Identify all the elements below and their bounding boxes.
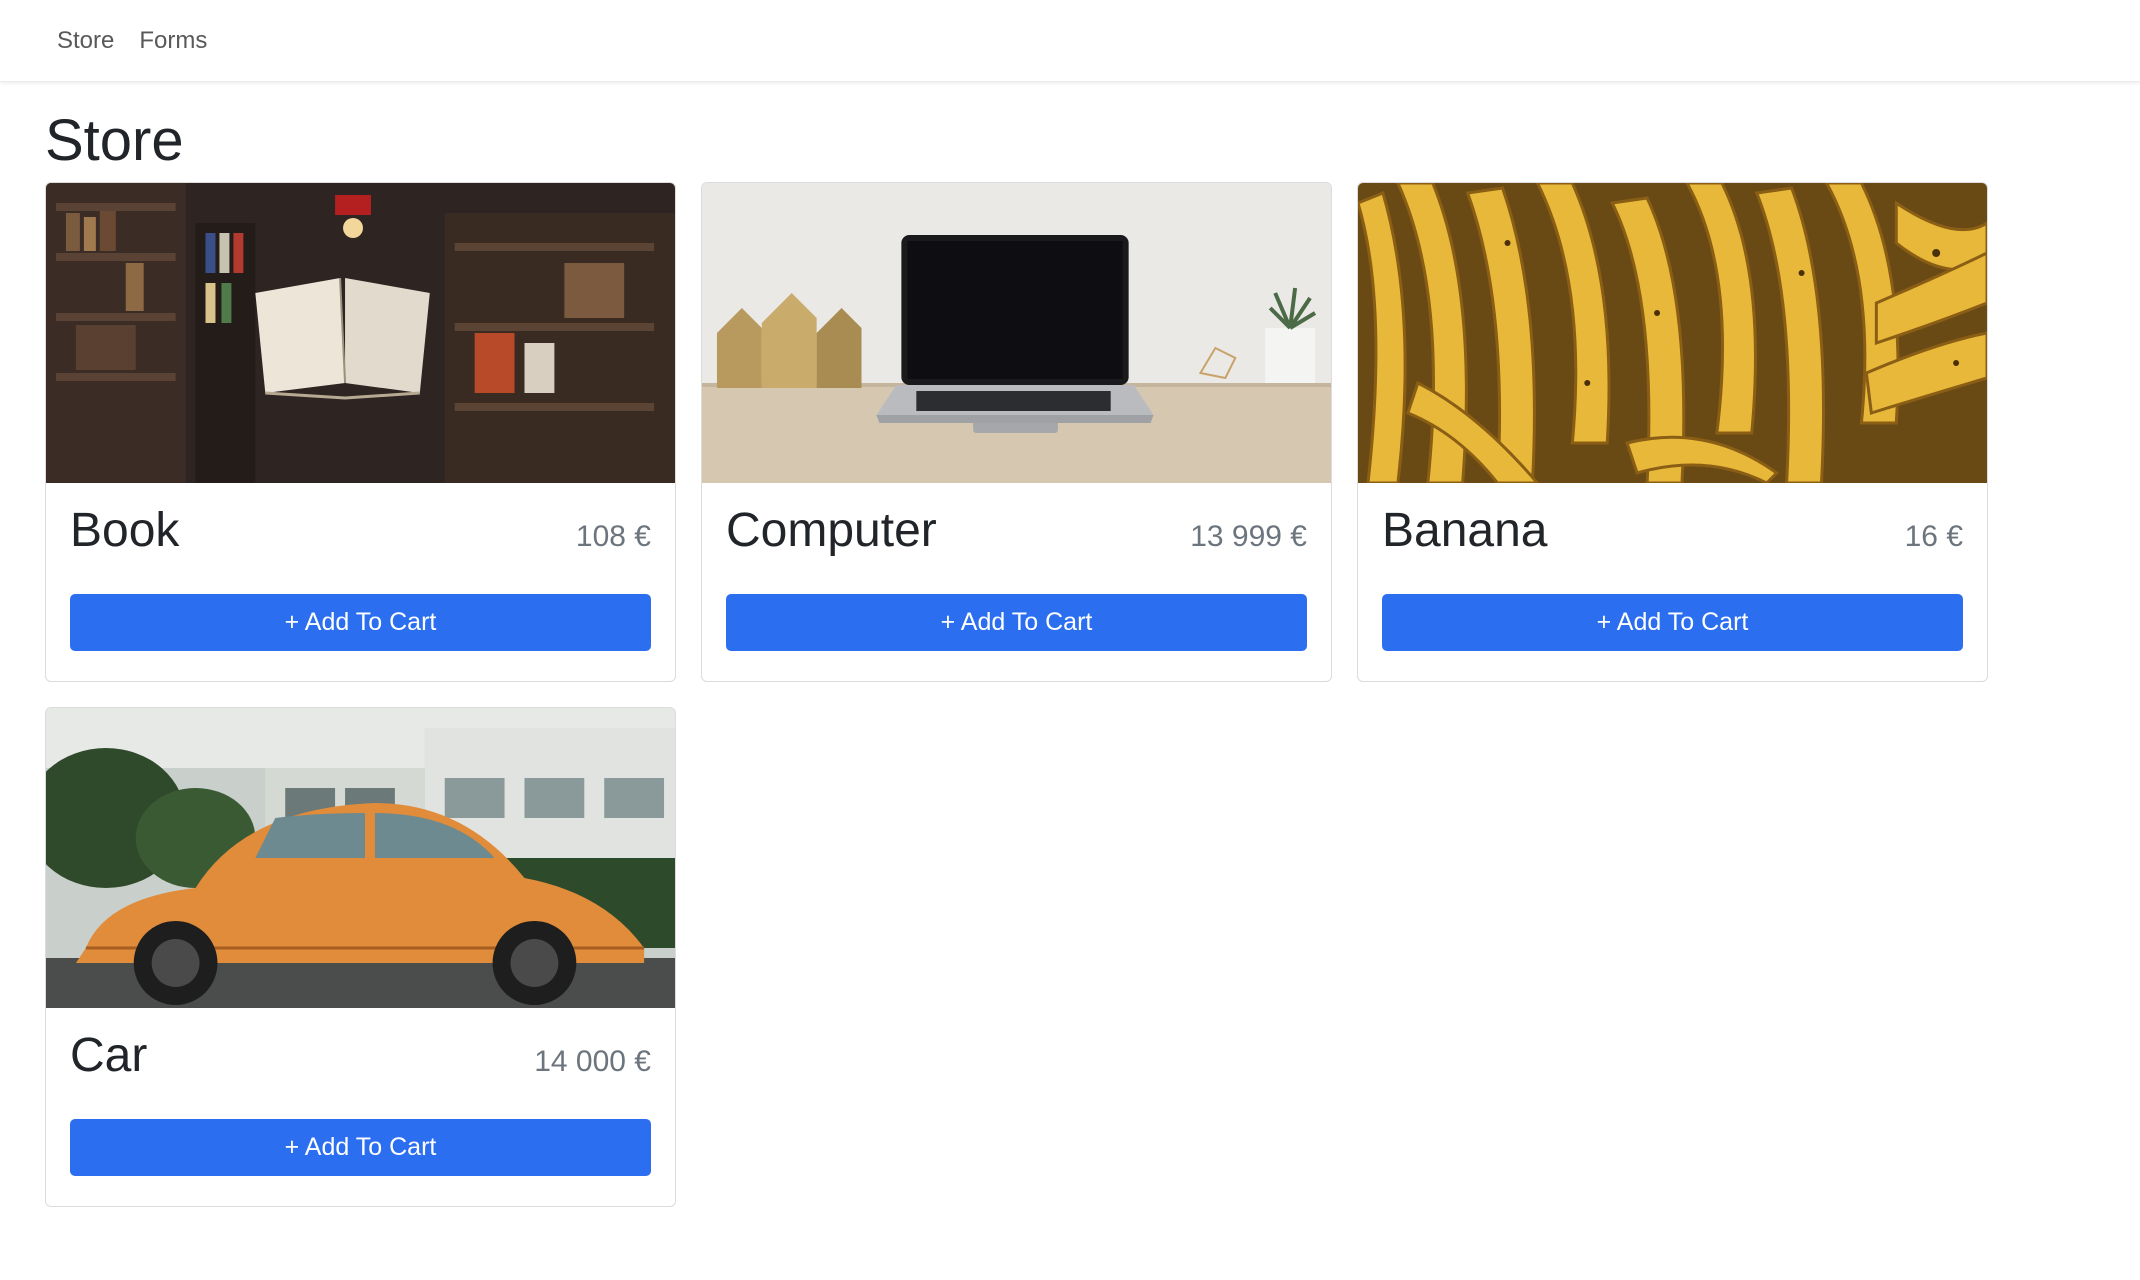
product-header: Computer 13 999 € (726, 504, 1307, 558)
product-price: 14 000 € (534, 1045, 651, 1078)
add-to-cart-button[interactable]: + Add To Cart (726, 593, 1307, 651)
product-name: Computer (726, 504, 937, 557)
product-price: 108 € (575, 520, 651, 553)
product-card-body: Book 108 € + Add To Cart (46, 483, 675, 675)
product-card-body: Car 14 000 € + Add To Cart (46, 1008, 675, 1200)
product-card-body: Computer 13 999 € + Add To Cart (702, 483, 1331, 675)
nav-link-forms[interactable]: Forms (139, 27, 207, 55)
product-grid: Book 108 € + Add To Cart Computer 13 999… (45, 182, 2140, 1207)
product-card-body: Banana 16 € + Add To Cart (1358, 483, 1987, 675)
product-header: Banana 16 € (1382, 504, 1963, 558)
product-image-car (46, 708, 675, 1008)
nav-link-store[interactable]: Store (57, 27, 114, 55)
main-content: Store Book 108 € + Add To Cart Computer … (0, 82, 2140, 1207)
add-to-cart-button[interactable]: + Add To Cart (70, 593, 651, 651)
product-image-banana (1358, 183, 1987, 483)
page-title: Store (45, 108, 184, 173)
product-image-computer (702, 183, 1331, 483)
add-to-cart-button[interactable]: + Add To Cart (70, 1118, 651, 1176)
add-to-cart-button[interactable]: + Add To Cart (1382, 593, 1963, 651)
product-header: Book 108 € (70, 504, 651, 558)
product-price: 13 999 € (1190, 520, 1307, 553)
product-price: 16 € (1904, 520, 1963, 553)
product-header: Car 14 000 € (70, 1029, 651, 1083)
product-card-book: Book 108 € + Add To Cart (45, 182, 676, 682)
product-card-computer: Computer 13 999 € + Add To Cart (701, 182, 1332, 682)
product-card-car: Car 14 000 € + Add To Cart (45, 707, 676, 1207)
product-card-banana: Banana 16 € + Add To Cart (1357, 182, 1988, 682)
product-name: Banana (1382, 504, 1548, 557)
product-name: Book (70, 504, 180, 557)
product-name: Car (70, 1029, 148, 1082)
top-navbar: Store Forms (0, 0, 2140, 82)
product-image-book (46, 183, 675, 483)
